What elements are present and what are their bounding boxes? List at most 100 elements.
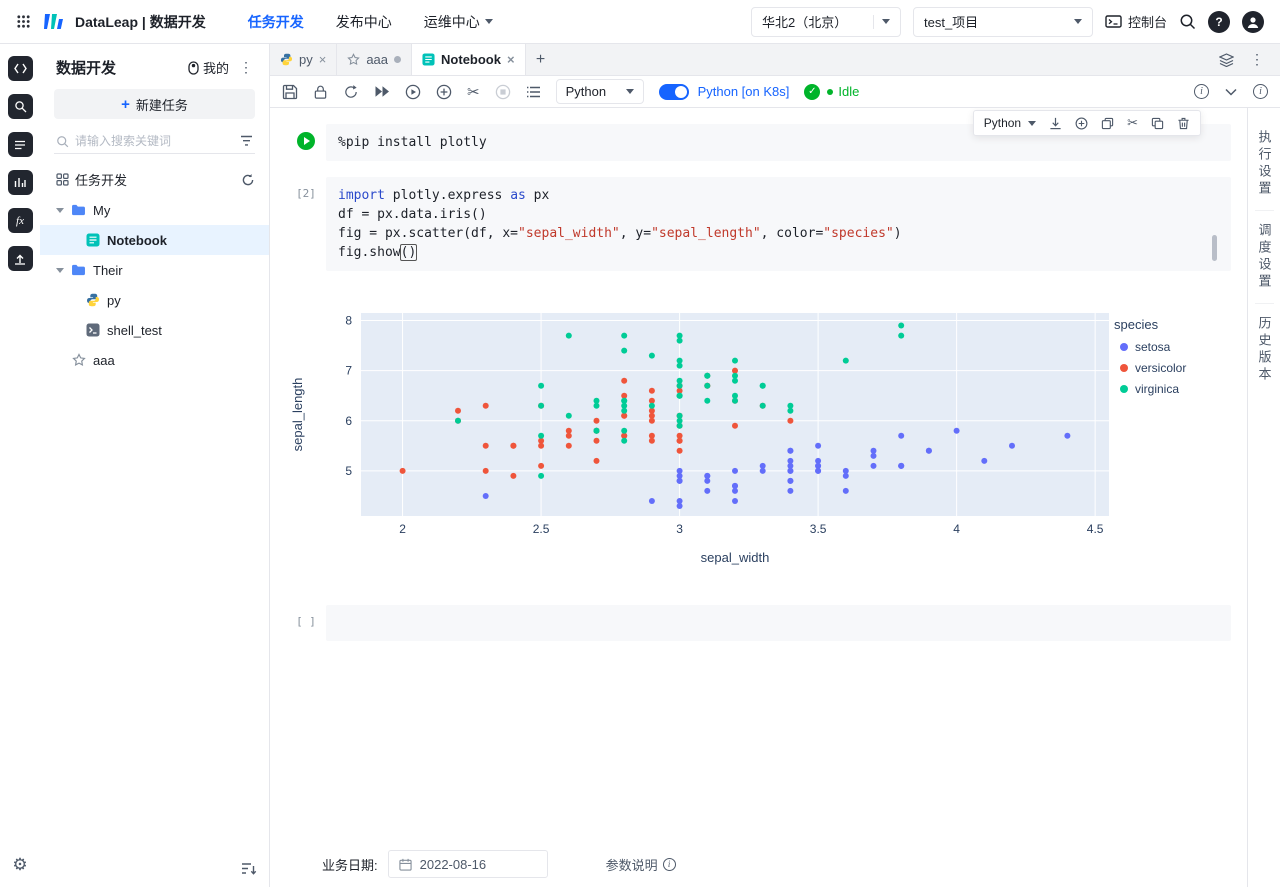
svg-text:4: 4 [953, 522, 960, 536]
code-line: fig = px.scatter(df, x="sepal_width", y=… [338, 226, 902, 241]
chevron-down-icon [625, 89, 634, 94]
tree-folder-their[interactable]: Their [40, 255, 269, 285]
collapse-chevron-icon[interactable] [1225, 88, 1237, 96]
info-icon: i [662, 857, 676, 871]
tree-item-notebook[interactable]: Notebook [40, 225, 269, 255]
panel-schedule-settings[interactable]: 调度设置 [1254, 211, 1274, 304]
cut-cell-icon[interactable]: ✂ [467, 83, 480, 101]
tree-item-py[interactable]: py [40, 285, 269, 315]
help-icon[interactable]: ? [1208, 10, 1230, 33]
rail-metrics-icon[interactable] [7, 170, 33, 195]
add-cell-below-icon[interactable] [1075, 117, 1088, 130]
cell-scrollbar[interactable] [1212, 235, 1217, 261]
cut-cell-icon[interactable]: ✂ [1127, 115, 1138, 131]
task-sidebar: 数据开发 我的 ⋮ + 新建任务 任务开发 My [40, 44, 270, 887]
tab-py[interactable]: py × [270, 44, 338, 75]
rail-data-query-icon[interactable] [7, 94, 33, 119]
code-cell-2[interactable]: [2] import plotly.express as px df = px.… [286, 177, 1231, 271]
rail-resource-upload-icon[interactable] [7, 246, 33, 271]
duplicate-cell-icon[interactable] [1151, 117, 1164, 130]
nav-task-development[interactable]: 任务开发 [248, 12, 304, 32]
sort-icon[interactable] [241, 862, 257, 875]
code-line: import plotly.express as px [338, 188, 550, 203]
cell-running-icon[interactable] [297, 132, 315, 150]
notebook-icon [422, 53, 435, 66]
star-icon [347, 53, 361, 66]
add-cell-icon[interactable] [436, 84, 452, 100]
language-select[interactable]: Python [555, 79, 644, 104]
tabbar-more-icon[interactable]: ⋮ [1246, 51, 1268, 68]
project-select[interactable]: test_项目 [912, 6, 1093, 37]
tab-close-icon[interactable]: × [507, 53, 515, 66]
panel-history-versions[interactable]: 历史版本 [1255, 304, 1274, 396]
svg-text:2.5: 2.5 [533, 522, 550, 536]
tree-item-aaa[interactable]: aaa [40, 345, 269, 375]
search-input[interactable] [75, 134, 234, 148]
tab-aaa[interactable]: aaa [337, 44, 413, 75]
console-link[interactable]: 控制台 [1105, 12, 1167, 31]
kernel-ok-icon: ✓ [804, 83, 821, 100]
grid-icon [56, 173, 69, 186]
k8s-toggle[interactable] [658, 83, 689, 100]
chart-legend: species setosa versicolor virginica [1114, 309, 1229, 565]
status-dot [827, 88, 834, 95]
legend-marker [1120, 385, 1128, 393]
new-tab-button[interactable]: + [526, 44, 556, 75]
shell-icon [86, 323, 100, 337]
tree-item-shell-test[interactable]: shell_test [40, 315, 269, 345]
new-task-button[interactable]: + 新建任务 [54, 89, 255, 119]
nav-publish-center[interactable]: 发布中心 [336, 12, 392, 32]
run-all-icon[interactable] [374, 85, 390, 98]
avatar[interactable] [1242, 10, 1264, 33]
search-icon[interactable] [1179, 13, 1196, 30]
mine-toggle-icon [188, 60, 199, 75]
outline-list-icon[interactable] [526, 86, 541, 98]
apps-grid-icon[interactable] [16, 14, 31, 29]
panel-execution-settings[interactable]: 执行设置 [1254, 118, 1274, 211]
lock-icon[interactable] [313, 84, 328, 100]
business-date-input[interactable]: 2022-08-16 [387, 850, 548, 878]
sidebar-more-icon[interactable]: ⋮ [235, 59, 257, 76]
settings-gear-icon[interactable]: ⚙ [12, 855, 27, 875]
convert-cell-icon[interactable] [1049, 117, 1062, 130]
panel-help-icon[interactable]: i [1253, 84, 1268, 99]
cell-hover-toolbar: Python ✂ [972, 110, 1201, 136]
tab-close-icon[interactable]: × [319, 53, 327, 66]
rail-functions-icon[interactable]: fx [7, 208, 33, 233]
nav-ops-center[interactable]: 运维中心 [424, 12, 493, 32]
svg-text:5: 5 [345, 464, 352, 478]
delete-cell-icon[interactable] [1177, 117, 1190, 130]
notebook-canvas: Python ✂ %pip install plotly [2] import … [270, 108, 1247, 887]
scatter-plot[interactable]: 2 2.5 3 3.5 4 4.5 5 6 7 8 sepal_width sepal_length [286, 309, 1114, 565]
copy-cell-icon[interactable] [1101, 117, 1114, 130]
empty-cell[interactable]: [ ] [286, 605, 1231, 641]
rail-task-list-icon[interactable] [7, 132, 33, 157]
cell-language-select[interactable]: Python [984, 116, 1037, 130]
filter-icon[interactable] [240, 135, 253, 147]
legend-title: species [1114, 317, 1159, 332]
star-icon [72, 353, 86, 366]
mine-filter-toggle[interactable]: 我的 [188, 58, 229, 77]
stop-kernel-icon[interactable] [495, 84, 511, 100]
params-help[interactable]: 参数说明 i [606, 855, 676, 874]
legend-item-versicolor[interactable]: versicolor [1114, 361, 1229, 375]
submit-publish-icon[interactable] [343, 84, 359, 99]
legend-item-virginica[interactable]: virginica [1114, 382, 1229, 396]
top-header: DataLeap | 数据开发 任务开发 发布中心 运维中心 华北2（北京） t… [0, 0, 1280, 44]
run-cell-icon[interactable] [405, 84, 421, 100]
save-icon[interactable] [282, 84, 298, 100]
legend-marker [1120, 364, 1128, 372]
tree-folder-my[interactable]: My [40, 195, 269, 225]
svg-text:8: 8 [345, 314, 352, 328]
business-date-label: 业务日期: [322, 857, 378, 873]
cell-2-editor[interactable]: import plotly.express as px df = px.data… [326, 177, 1231, 271]
info-icon[interactable]: i [1194, 84, 1209, 99]
region-select[interactable]: 华北2（北京） [750, 6, 901, 37]
rail-data-dev-icon[interactable] [7, 56, 33, 81]
tab-notebook[interactable]: Notebook × [412, 44, 526, 75]
refresh-icon[interactable] [241, 173, 255, 187]
empty-cell-editor[interactable] [326, 605, 1231, 641]
svg-text:3.5: 3.5 [810, 522, 827, 536]
legend-item-setosa[interactable]: setosa [1114, 340, 1229, 354]
layers-icon[interactable] [1219, 52, 1234, 67]
